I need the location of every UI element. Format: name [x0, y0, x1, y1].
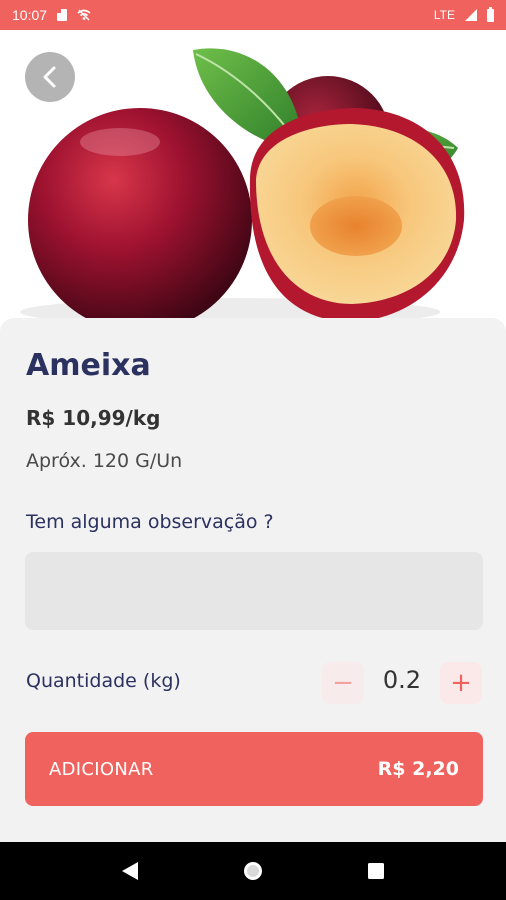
observation-label: Tem alguma observação ? — [26, 511, 274, 533]
increase-quantity-button[interactable]: + — [440, 662, 482, 704]
product-approx-weight: Apróx. 120 G/Un — [26, 450, 183, 472]
nav-recents-icon[interactable] — [366, 861, 386, 881]
status-left: 10:07 — [12, 7, 91, 23]
nav-home-icon[interactable] — [241, 859, 265, 883]
product-price: R$ 10,99/kg — [26, 406, 161, 430]
plum-illustration — [20, 48, 465, 330]
plus-icon: + — [450, 668, 472, 698]
battery-icon — [487, 6, 494, 22]
back-arrow-icon — [43, 66, 56, 88]
decrease-quantity-button[interactable]: − — [322, 662, 364, 704]
nav-back-icon[interactable] — [120, 860, 140, 882]
back-button[interactable] — [25, 52, 75, 102]
product-details-sheet: Ameixa R$ 10,99/kg Apróx. 120 G/Un Tem a… — [0, 318, 506, 842]
observation-input[interactable] — [25, 552, 483, 630]
status-time: 10:07 — [12, 7, 48, 23]
quantity-label: Quantidade (kg) — [26, 670, 181, 692]
minus-icon: − — [332, 668, 354, 698]
signal-icon — [465, 9, 477, 21]
product-name: Ameixa — [26, 348, 151, 383]
network-type: LTE — [433, 8, 455, 22]
product-image — [0, 30, 506, 330]
sd-card-icon — [57, 9, 68, 21]
status-bar: 10:07 LTE — [0, 0, 506, 30]
wifi-off-icon — [77, 9, 91, 21]
quantity-value: 0.2 — [382, 666, 422, 694]
add-to-cart-button[interactable]: ADICIONAR R$ 2,20 — [25, 732, 483, 806]
add-button-total: R$ 2,20 — [377, 758, 459, 780]
add-button-label: ADICIONAR — [49, 758, 154, 780]
navigation-bar — [0, 842, 506, 900]
status-right: LTE — [433, 6, 494, 22]
